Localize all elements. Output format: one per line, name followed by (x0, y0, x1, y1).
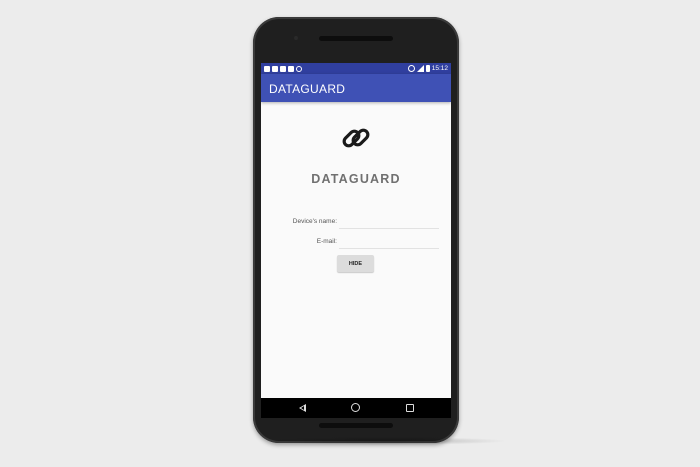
notification-icons (264, 63, 302, 74)
notification-icon (288, 65, 294, 72)
email-input[interactable] (339, 238, 439, 249)
app-title: DATAGUARD (269, 82, 346, 96)
front-camera (294, 36, 298, 40)
navigation-bar (261, 398, 451, 418)
app-bar: DATAGUARD (261, 74, 451, 102)
phone-shadow (262, 437, 508, 445)
device-name-input[interactable] (339, 218, 439, 229)
notification-icon (280, 65, 286, 72)
bottom-speaker (319, 423, 393, 428)
notification-icon (264, 65, 270, 72)
system-icons: 15:12 (407, 63, 448, 74)
notification-icon (272, 65, 278, 72)
battery-icon (425, 65, 430, 72)
email-label: E-mail: (316, 238, 337, 245)
status-bar: 15:12 (261, 63, 451, 74)
phone-device: 15:12 DATAGUARD DATAGUARD Device's name:… (253, 17, 459, 443)
alarm-icon (407, 65, 415, 72)
notification-icon (296, 65, 302, 72)
device-name-label: Device's name: (292, 218, 337, 225)
earpiece-speaker (319, 36, 393, 41)
phone-screen: 15:12 DATAGUARD DATAGUARD Device's name:… (261, 63, 451, 418)
home-icon[interactable] (351, 403, 360, 412)
signal-icon (416, 65, 424, 72)
back-icon[interactable] (299, 404, 306, 412)
status-time: 15:12 (431, 65, 448, 72)
link-icon (342, 128, 370, 148)
logo-text: DATAGUARD (311, 172, 401, 186)
hide-button[interactable]: HIDE (337, 255, 374, 272)
recents-icon[interactable] (406, 404, 414, 412)
